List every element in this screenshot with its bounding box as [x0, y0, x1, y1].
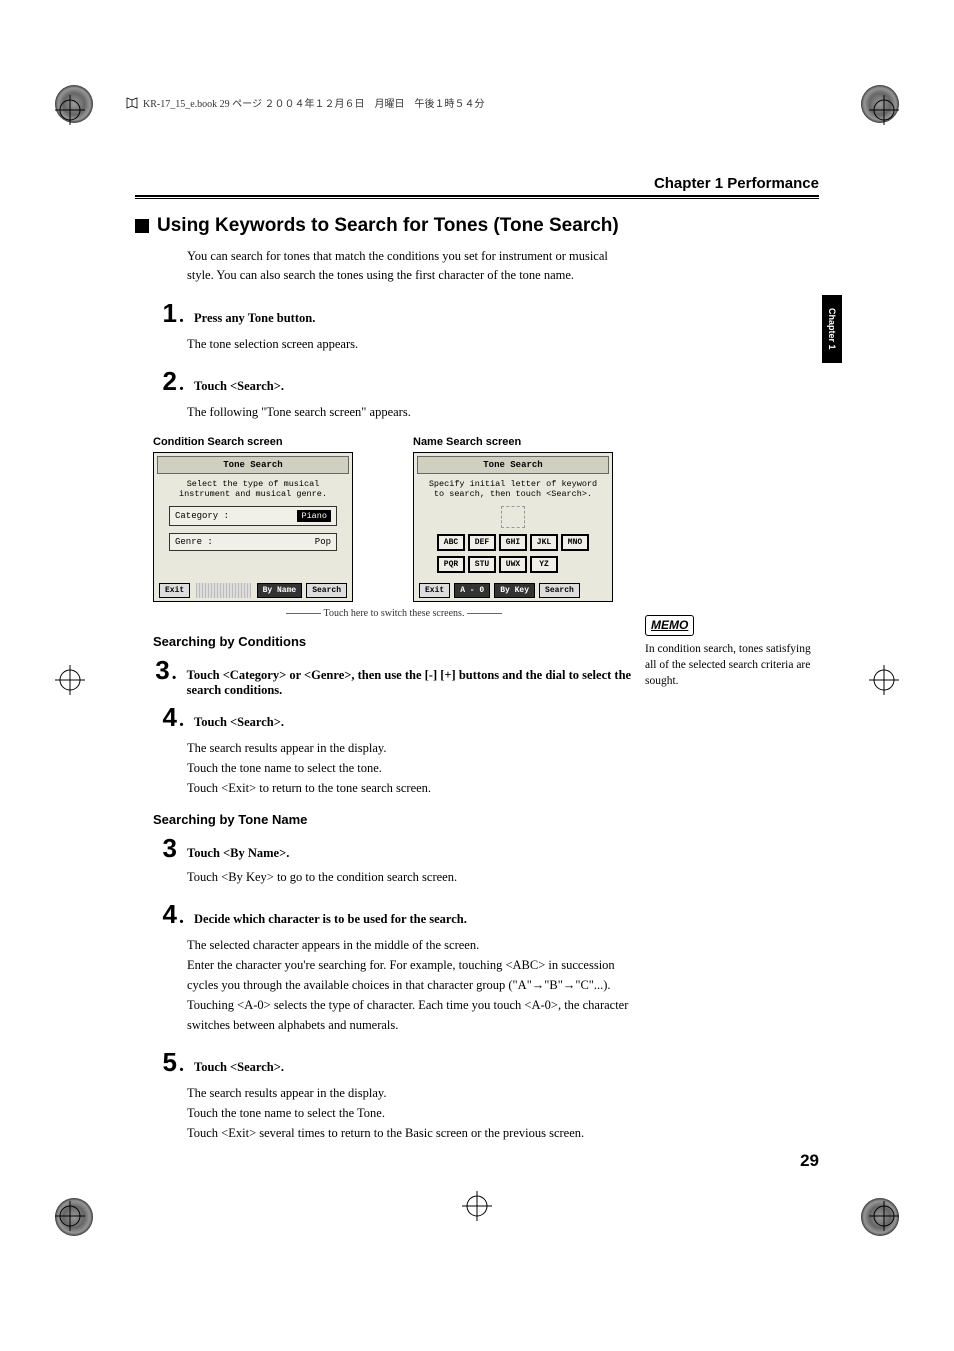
search-button[interactable]: Search [306, 583, 347, 598]
lcd-spacer [196, 583, 250, 598]
step-4-name: 4. Decide which character is to be used … [135, 901, 635, 929]
crop-mark-icon [55, 95, 85, 125]
page-number: 29 [800, 1151, 819, 1171]
crop-mark-icon [869, 1201, 899, 1231]
side-chapter-tab: Chapter 1 [822, 295, 842, 363]
key-jkl[interactable]: JKL [530, 534, 558, 551]
lcd-title: Tone Search [157, 456, 349, 474]
lcd-instruction: Select the type of musical instrument an… [157, 477, 349, 501]
step-dot: . [179, 373, 184, 396]
crop-mark-icon [462, 1191, 492, 1221]
step-dot: . [179, 1054, 184, 1077]
step-3: 3. Touch <Category> or <Genre>, then use… [135, 657, 635, 698]
crop-mark-icon [869, 665, 899, 695]
step-number: 4 [135, 704, 177, 730]
step-dot: . [172, 662, 177, 685]
genre-label: Genre : [175, 537, 213, 547]
crop-mark-icon [55, 1201, 85, 1231]
name-lcd-screen: Tone Search Specify initial letter of ke… [413, 452, 613, 602]
key-stu[interactable]: STU [468, 556, 496, 573]
book-header: KR-17_15_e.book 29 ページ ２００４年１２月６日 月曜日 午後… [125, 95, 484, 110]
intro-text: You can search for tones that match the … [187, 247, 635, 285]
key-def[interactable]: DEF [468, 534, 496, 551]
step-dot: . [179, 305, 184, 328]
step-instruction: Touch <Search>. [194, 379, 284, 394]
step-instruction: Touch <Search>. [194, 715, 284, 730]
book-icon [125, 96, 139, 110]
key-abc[interactable]: ABC [437, 534, 465, 551]
exit-button[interactable]: Exit [159, 583, 190, 598]
genre-value: Pop [315, 537, 331, 547]
name-screen-label: Name Search screen [413, 436, 613, 448]
step-instruction: Touch <By Name>. [187, 846, 289, 861]
by-key-button[interactable]: By Key [494, 583, 535, 598]
step-instruction: Touch <Search>. [194, 1060, 284, 1075]
step-3-name: 3. Touch <By Name>. [135, 835, 635, 861]
key-ghi[interactable]: GHI [499, 534, 527, 551]
subheading-tone-name: Searching by Tone Name [153, 812, 635, 827]
lcd-title: Tone Search [417, 456, 609, 474]
step-4-body: The search results appear in the display… [187, 738, 635, 798]
char-display-box [501, 506, 525, 528]
crop-mark-icon [869, 95, 899, 125]
chapter-header: Chapter 1 Performance [654, 175, 819, 192]
step-5-body: The search results appear in the display… [187, 1083, 635, 1143]
step-instruction: Touch <Category> or <Genre>, then use th… [187, 668, 635, 698]
step-number: 1 [135, 300, 177, 326]
header-rule [135, 195, 819, 199]
square-bullet-icon [135, 219, 149, 233]
step-2-body: The following "Tone search screen" appea… [187, 402, 635, 422]
key-pqr[interactable]: PQR [437, 556, 465, 573]
memo-label: MEMO [645, 615, 694, 636]
step-instruction: Decide which character is to be used for… [194, 912, 467, 927]
step-1-body: The tone selection screen appears. [187, 334, 635, 354]
memo-box: MEMO In condition search, tones satisfyi… [645, 615, 825, 689]
crop-mark-icon [55, 665, 85, 695]
step-number: 3 [135, 835, 177, 861]
step-number: 5 [135, 1049, 177, 1075]
condition-screen-label: Condition Search screen [153, 436, 353, 448]
lcd-instruction: Specify initial letter of keyword to sea… [417, 477, 609, 501]
step-4-name-body: The selected character appears in the mi… [187, 935, 635, 1035]
step-number: 4 [135, 901, 177, 927]
condition-lcd-screen: Tone Search Select the type of musical i… [153, 452, 353, 602]
memo-text: In condition search, tones satisfying al… [645, 641, 825, 689]
a0-button[interactable]: A - 0 [454, 583, 490, 598]
switch-note: Touch here to switch these screens. [153, 608, 635, 619]
category-field[interactable]: Category : Piano [169, 506, 337, 526]
exit-button[interactable]: Exit [419, 583, 450, 598]
search-button[interactable]: Search [539, 583, 580, 598]
by-name-button[interactable]: By Name [257, 583, 303, 598]
category-label: Category : [175, 511, 229, 521]
step-5: 5. Touch <Search>. [135, 1049, 635, 1077]
step-3-name-body: Touch <By Key> to go to the condition se… [187, 867, 635, 887]
step-dot: . [179, 709, 184, 732]
section-title: Using Keywords to Search for Tones (Tone… [135, 215, 635, 237]
step-1: 1. Press any Tone button. [135, 300, 635, 328]
subheading-conditions: Searching by Conditions [153, 634, 635, 649]
key-uwx[interactable]: UWX [499, 556, 527, 573]
key-yz[interactable]: YZ [530, 556, 558, 573]
step-number: 2 [135, 368, 177, 394]
category-value: Piano [297, 510, 331, 522]
step-4: 4. Touch <Search>. [135, 704, 635, 732]
condition-screen-block: Condition Search screen Tone Search Sele… [153, 436, 353, 602]
book-header-text: KR-17_15_e.book 29 ページ ２００４年１２月６日 月曜日 午後… [143, 95, 484, 110]
name-screen-block: Name Search screen Tone Search Specify i… [413, 436, 613, 602]
step-2: 2. Touch <Search>. [135, 368, 635, 396]
step-number: 3 [135, 657, 170, 683]
step-dot: . [179, 906, 184, 929]
genre-field[interactable]: Genre : Pop [169, 533, 337, 551]
key-mno[interactable]: MNO [561, 534, 589, 551]
step-instruction: Press any Tone button. [194, 311, 315, 326]
section-title-text: Using Keywords to Search for Tones (Tone… [157, 215, 619, 237]
